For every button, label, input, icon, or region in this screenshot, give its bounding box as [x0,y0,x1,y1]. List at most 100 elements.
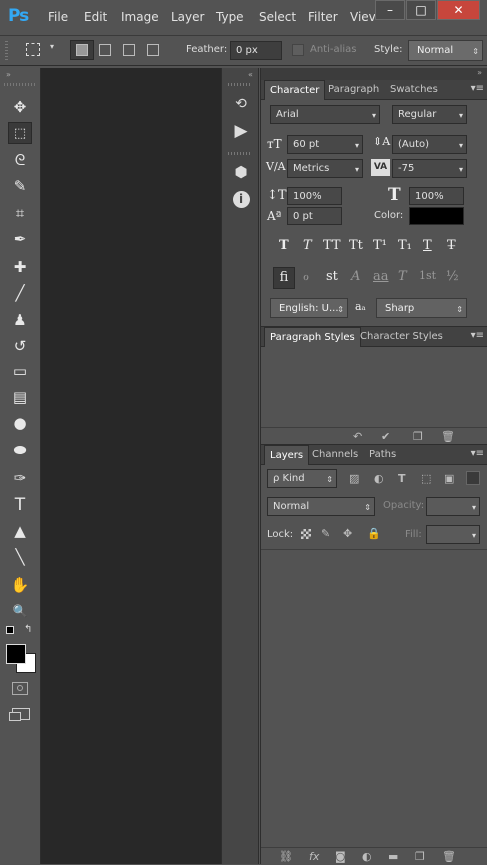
kerning-select[interactable]: Metrics ▾ [287,159,363,178]
layer-filter-select[interactable]: ρ Kind ⇕ [267,469,337,488]
tab-paths[interactable]: Paths [364,445,401,465]
lock-transparent-icon[interactable] [301,529,311,539]
new-selection-button[interactable] [70,40,94,60]
new-style-icon[interactable]: ❐ [413,430,423,443]
antialias-checkbox[interactable] [292,44,304,56]
menu-select[interactable]: Select [259,10,296,24]
discretionary-ligatures-button[interactable]: st [326,269,338,284]
fractions-button[interactable]: ½ [446,269,459,284]
redefine-style-icon[interactable]: ✔ [381,430,390,443]
swap-colors-icon[interactable]: ↰ [24,624,32,635]
dock-grip-2[interactable] [228,152,252,155]
clear-override-icon[interactable]: ↶ [353,430,362,443]
font-size-input[interactable]: 60 pt ▾ [287,135,363,154]
lock-position-icon[interactable]: ✥ [343,527,352,540]
marquee-preset-icon[interactable] [26,43,40,56]
delete-layer-icon[interactable]: 🗑 [442,850,456,863]
options-grip[interactable] [5,41,8,60]
line-tool-icon[interactable]: ╲ [8,546,32,568]
leading-input[interactable]: (Auto) ▾ [392,135,467,154]
close-button[interactable]: ✕ [437,0,480,20]
opacity-input[interactable]: ▾ [426,497,480,516]
pen-tool-icon[interactable]: ✑ [8,467,32,489]
faux-bold-button[interactable]: T [279,238,289,253]
crop-tool-icon[interactable]: ⌗ [8,202,32,224]
layers-panel-menu-icon[interactable]: ▾≡ [471,448,484,459]
add-selection-icon[interactable] [99,44,111,56]
tools-grip[interactable] [4,83,36,86]
panel-menu-icon[interactable]: ▾≡ [471,83,484,94]
new-adjustment-icon[interactable]: ◐ [362,850,372,863]
history-brush-tool-icon[interactable]: ↺ [8,335,32,357]
hand-tool-icon[interactable]: ✋ [8,574,32,596]
3d-panel-icon[interactable]: ⬢ [230,161,252,183]
marquee-tool-icon[interactable]: ⬚ [8,122,32,144]
blend-mode-select[interactable]: Normal ⇕ [267,497,375,516]
preset-dropdown-icon[interactable]: ▾ [50,42,54,51]
style-select[interactable]: Normal ⇕ [408,40,483,61]
ligatures-button[interactable]: fi [273,267,295,289]
baseline-shift-input[interactable]: 0 pt [287,207,342,225]
styles-panel-menu-icon[interactable]: ▾≡ [471,330,484,341]
vertical-scale-input[interactable]: 100% [287,187,342,205]
superscript-button[interactable]: T¹ [373,238,387,253]
titling-button[interactable]: T [398,269,407,284]
lasso-tool-icon[interactable]: ᘓ [8,149,32,171]
dock-grip[interactable] [228,83,252,86]
menu-filter[interactable]: Filter [308,10,338,24]
link-layers-icon[interactable]: ⛓ [279,850,293,863]
tab-paragraph-styles[interactable]: Paragraph Styles [264,327,361,347]
gradient-tool-icon[interactable]: ▤ [8,386,32,408]
menu-layer[interactable]: Layer [171,10,204,24]
info-panel-icon[interactable]: i [230,189,252,211]
actions-panel-icon[interactable]: ▶ [230,120,252,142]
expand-dock-icon[interactable]: « [248,70,253,79]
tab-paragraph[interactable]: Paragraph [323,80,384,100]
menu-edit[interactable]: Edit [84,10,107,24]
move-tool-icon[interactable]: ✥ [8,96,32,118]
eraser-tool-icon[interactable]: ▭ [8,360,32,382]
menu-view[interactable]: Viev [350,10,376,24]
subscript-button[interactable]: T₁ [398,238,412,253]
brush-tool-icon[interactable]: ╱ [8,282,32,304]
type-tool-icon[interactable]: T [8,494,32,516]
screen-mode-icon[interactable] [9,708,30,721]
font-family-select[interactable]: Arial ▾ [270,105,380,124]
tab-character[interactable]: Character [264,80,326,100]
tab-swatches[interactable]: Swatches [385,80,443,100]
minimize-button[interactable]: – [375,0,405,20]
dodge-tool-icon[interactable]: ⬬ [8,439,32,461]
filter-smart-object-icon[interactable]: ▣ [444,472,454,485]
antialias-select[interactable]: Sharp ⇕ [376,298,467,318]
tab-character-styles[interactable]: Character Styles [355,327,448,347]
horizontal-scale-input[interactable]: 100% [409,187,464,205]
faux-italic-button[interactable]: T [303,238,312,253]
collapse-panels-icon[interactable]: » [477,68,482,77]
new-layer-icon[interactable]: ❐ [415,850,425,863]
subtract-selection-icon[interactable] [123,44,135,56]
blur-tool-icon[interactable]: ● [8,412,32,434]
strikethrough-button[interactable]: T̶ [447,238,456,253]
default-colors-icon[interactable] [6,626,14,634]
font-style-select[interactable]: Regular ▾ [392,105,467,124]
filter-shape-icon[interactable]: ⬚ [421,472,431,485]
layer-style-icon[interactable]: fx [309,850,319,863]
stylistic-alternates-button[interactable]: aa [373,269,389,284]
menu-file[interactable]: File [48,10,68,24]
lock-pixels-icon[interactable]: ✎ [321,527,330,540]
path-selection-tool-icon[interactable]: ▲ [8,520,32,542]
all-caps-button[interactable]: TT [323,238,341,253]
clone-stamp-tool-icon[interactable]: ♟ [8,309,32,331]
add-mask-icon[interactable]: ◙ [335,850,346,863]
maximize-button[interactable]: □ [406,0,436,20]
collapse-tools-icon[interactable]: » [6,70,11,79]
quick-selection-tool-icon[interactable]: ✎ [8,175,32,197]
healing-brush-tool-icon[interactable]: ✚ [8,256,32,278]
swash-button[interactable]: A [351,269,360,284]
delete-style-icon[interactable]: 🗑 [441,430,455,443]
history-panel-icon[interactable]: ⟲ [230,93,252,115]
filter-pixel-icon[interactable]: ▨ [349,472,359,485]
tracking-input[interactable]: -75 ▾ [392,159,467,178]
tab-layers[interactable]: Layers [264,445,310,465]
underline-button[interactable]: T [423,238,432,253]
